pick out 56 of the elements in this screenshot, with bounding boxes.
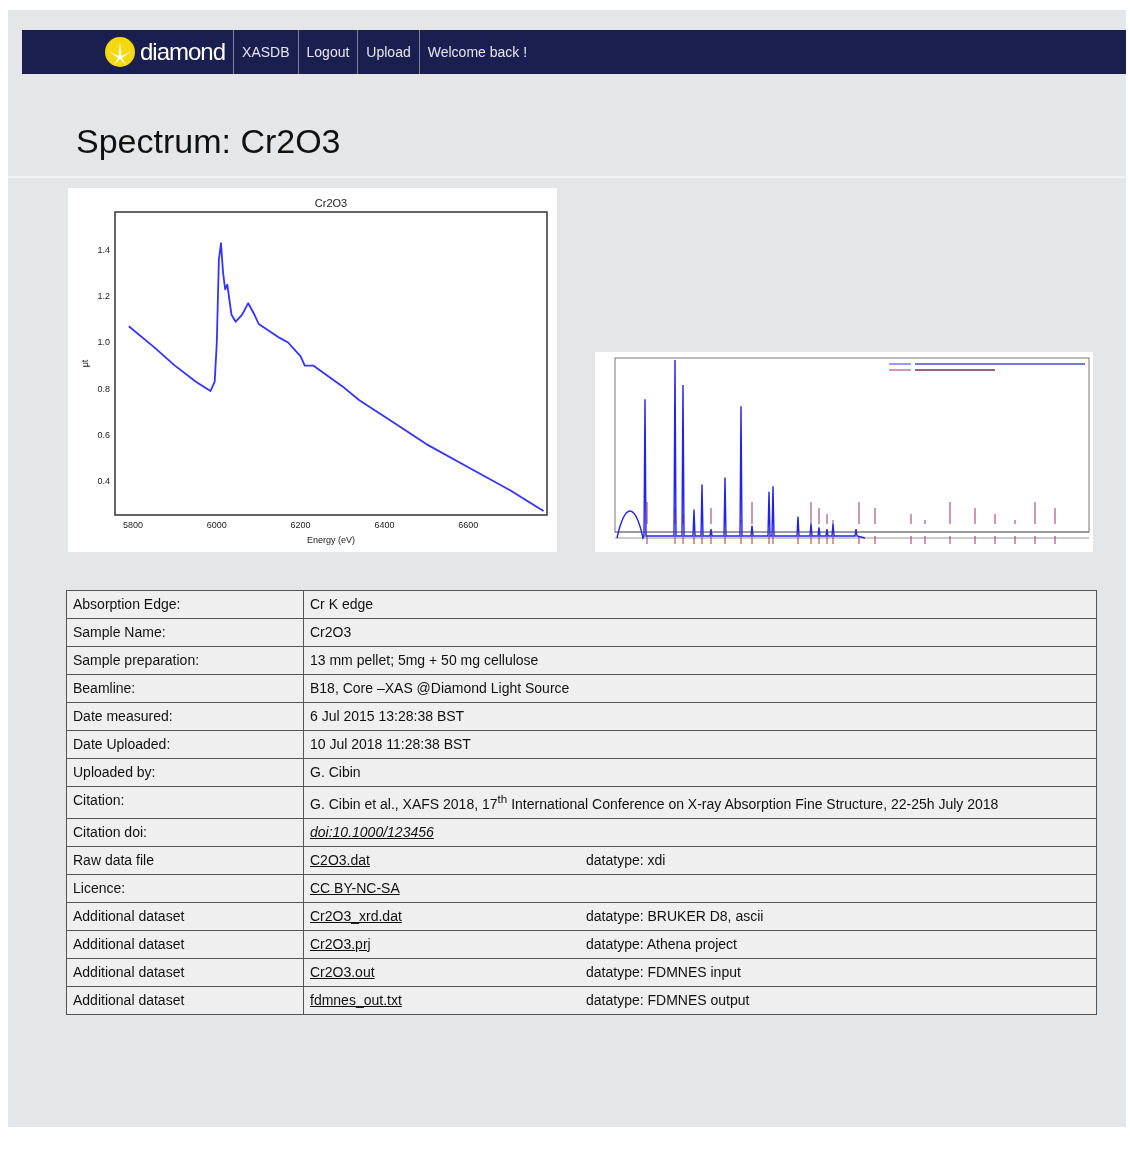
doi-link[interactable]: doi:10.1000/123456: [310, 823, 434, 840]
x-tick-label: 6600: [458, 520, 479, 530]
y-tick-label: 1.4: [97, 245, 110, 256]
y-tick-label: 1.0: [97, 337, 110, 348]
y-tick-label: 1.2: [97, 291, 110, 302]
field-label: Sample preparation:: [66, 646, 304, 675]
y-tick-label: 0.8: [97, 383, 110, 394]
datatype-text: datatype: FDMNES input: [586, 963, 741, 980]
file-link[interactable]: Cr2O3.prj: [310, 935, 371, 952]
nav-link[interactable]: Logout: [298, 30, 359, 74]
field-value: 13 mm pellet; 5mg + 50 mg cellulose: [310, 652, 539, 668]
nav-link[interactable]: XASDB: [234, 30, 299, 74]
file-link[interactable]: Cr2O3_xrd.dat: [310, 907, 402, 924]
field-value: G. Cibin: [310, 764, 361, 780]
x-tick-label: 6200: [290, 520, 311, 530]
y-tick-label: 0.6: [97, 429, 110, 440]
x-tick-label: 6000: [206, 520, 227, 530]
datatype-text: datatype: xdi: [586, 851, 666, 868]
page-title: Spectrum: Cr2O3: [76, 122, 342, 162]
field-label: Citation:: [66, 786, 304, 819]
datatype-text: datatype: Athena project: [586, 935, 737, 952]
field-label: Additional dataset: [66, 930, 304, 959]
y-tick-label: 0.4: [97, 476, 110, 487]
starburst-logo-icon: [104, 36, 136, 68]
x-tick-label: 6400: [374, 520, 395, 530]
field-value: Cr2O3: [310, 624, 352, 640]
x-axis-label: Energy (eV): [307, 535, 355, 545]
field-label: Additional dataset: [66, 958, 304, 987]
field-label: Uploaded by:: [66, 758, 304, 787]
brand-name[interactable]: diamond: [140, 38, 226, 66]
file-link[interactable]: C2O3.dat: [310, 851, 370, 868]
field-label: Citation doi:: [66, 818, 304, 847]
y-axis-label: μt: [80, 359, 90, 368]
file-link[interactable]: fdmnes_out.txt: [310, 991, 402, 1008]
field-value: G. Cibin et al., XAFS 2018, 17$^{th}$ International Conference on X-ray Absorption Fine Structure, 22-25h July 2018: [310, 795, 999, 812]
field-label: Beamline:: [66, 674, 304, 703]
field-value: 6 Jul 2015 13:28:38 BST: [310, 708, 465, 724]
field-label: Date Uploaded:: [66, 730, 304, 759]
field-label: Absorption Edge:: [66, 590, 304, 619]
nav-link[interactable]: Welcome back !: [419, 30, 536, 74]
field-label: Date measured:: [66, 702, 304, 731]
field-label: Raw data file: [66, 846, 304, 875]
nav-link[interactable]: Upload: [358, 30, 420, 74]
field-label: Sample Name:: [66, 618, 304, 647]
field-value: B18, Core –XAS @Diamond Light Source: [310, 680, 570, 696]
field-label: Additional dataset: [66, 986, 304, 1015]
field-value: 10 Jul 2018 11:28:38 BST: [310, 736, 471, 752]
datatype-text: datatype: BRUKER D8, ascii: [586, 907, 764, 924]
field-label: Additional dataset: [66, 902, 304, 931]
chart-title: Cr2O3: [314, 197, 348, 209]
x-tick-label: 5800: [123, 520, 144, 530]
file-link[interactable]: Cr2O3.out: [310, 963, 375, 980]
field-label: Licence:: [66, 874, 304, 903]
file-link[interactable]: CC BY-NC-SA: [310, 879, 400, 896]
field-value: Cr K edge: [310, 596, 374, 612]
datatype-text: datatype: FDMNES output: [586, 991, 750, 1008]
